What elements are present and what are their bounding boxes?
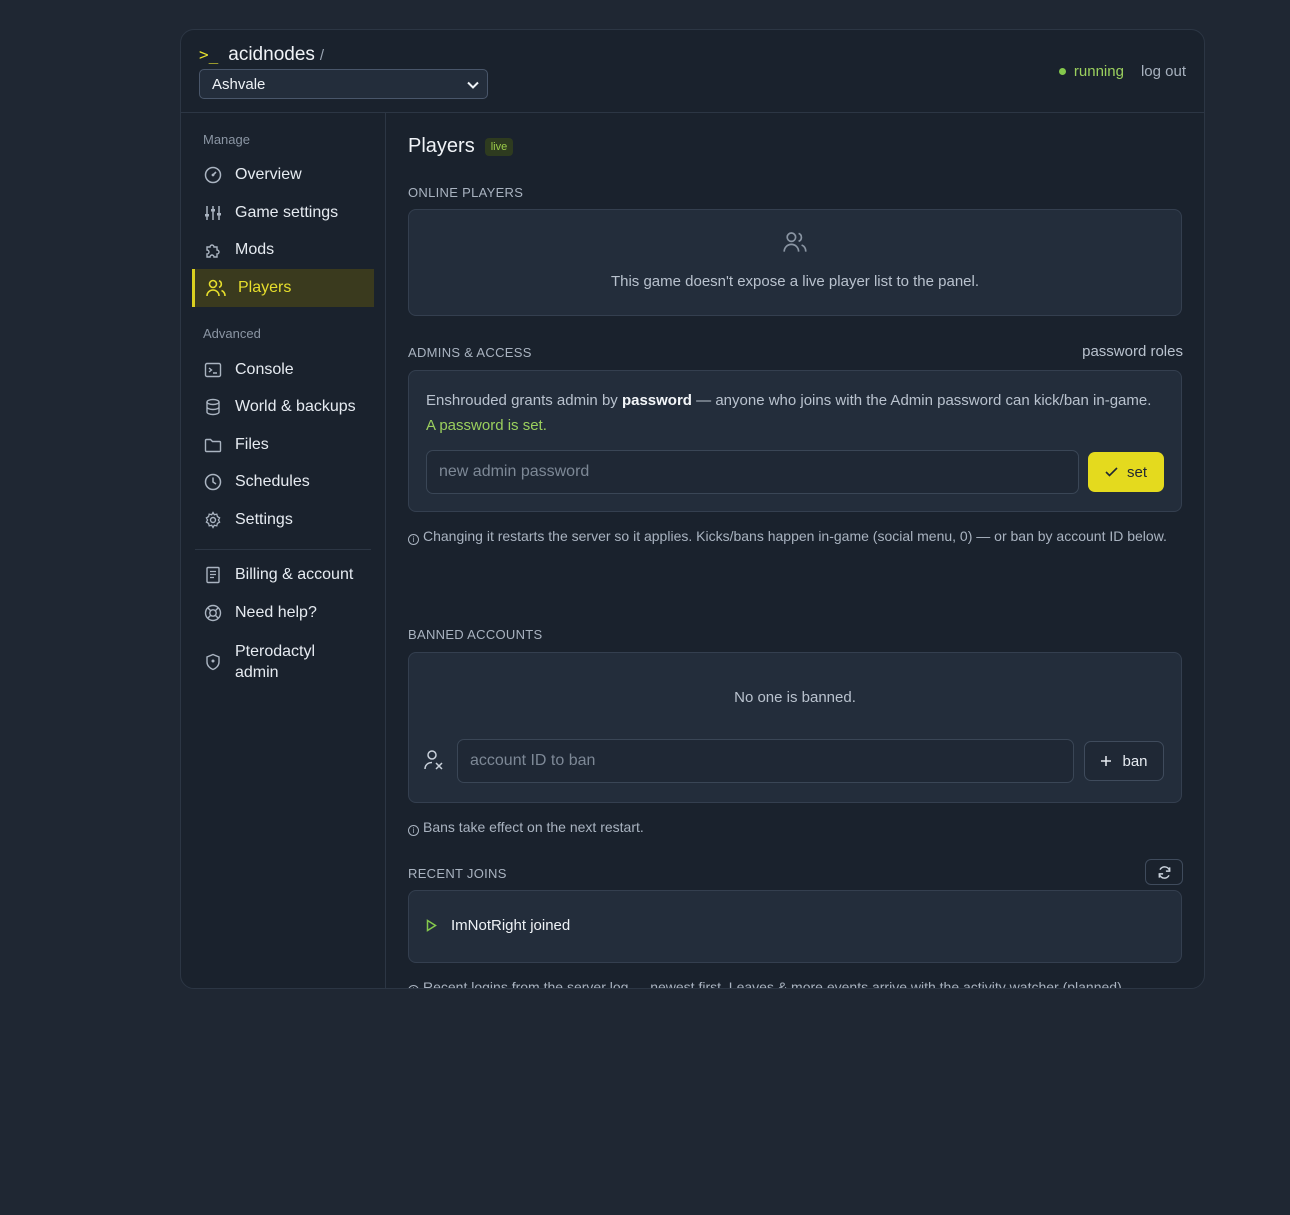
sidebar-item-schedules[interactable]: Schedules — [192, 465, 374, 499]
gauge-icon — [203, 165, 223, 185]
password-roles-label: password roles — [1082, 343, 1183, 360]
admins-access-heading: ADMINS & ACCESS — [408, 345, 532, 360]
live-badge: live — [484, 137, 514, 156]
sidebar-item-label: Settings — [235, 511, 293, 528]
sidebar-item-mods[interactable]: Mods — [192, 233, 374, 267]
banned-note-text: Bans take effect on the next restart. — [423, 819, 644, 835]
recent-joins-heading: RECENT JOINS — [408, 866, 507, 881]
main-content: Players live ONLINE PLAYERS This game do… — [387, 113, 1204, 989]
sidebar-item-game-settings[interactable]: Game settings — [192, 196, 374, 230]
admins-note: i Changing it restarts the server so it a… — [408, 525, 1188, 548]
sidebar-item-label: Overview — [235, 166, 302, 183]
users-icon — [409, 230, 1181, 254]
sidebar: Manage Overview Game settings Mods Playe… — [181, 113, 386, 988]
sidebar-item-overview[interactable]: Overview — [192, 158, 374, 192]
recent-note: i Recent logins from the server log — new… — [408, 976, 1188, 989]
password-status: A password is set. — [426, 417, 547, 434]
chevron-down-icon — [467, 76, 479, 93]
folder-icon — [203, 435, 223, 455]
sidebar-divider — [195, 549, 371, 550]
ban-button-label: ban — [1122, 752, 1148, 770]
online-players-heading: ONLINE PLAYERS — [408, 185, 524, 200]
sidebar-item-console[interactable]: Console — [192, 353, 374, 387]
status-dot-icon — [1058, 68, 1066, 75]
brand[interactable]: >_ acidnodes / — [199, 44, 324, 66]
info-icon: i — [408, 825, 419, 836]
ban-account-input[interactable] — [457, 739, 1074, 783]
receipt-icon — [203, 565, 223, 585]
check-icon — [1105, 467, 1118, 477]
sidebar-item-help[interactable]: Need help? — [192, 596, 374, 630]
admins-desc-text: Enshrouded grants admin by — [426, 392, 622, 409]
sidebar-item-label: Pterodactyl admin — [235, 641, 315, 683]
topbar: >_ acidnodes / Ashvale running log out — [181, 30, 1204, 113]
ban-button[interactable]: ban — [1084, 741, 1164, 781]
banned-note: i Bans take effect on the next restart. — [408, 816, 1188, 839]
sidebar-item-label: Players — [238, 279, 292, 296]
set-button-label: set — [1126, 463, 1147, 481]
shield-icon — [203, 652, 223, 672]
play-icon — [426, 919, 437, 932]
plus-icon — [1100, 755, 1112, 767]
sidebar-item-label: Billing & account — [235, 566, 354, 583]
sidebar-item-label: Mods — [235, 241, 275, 258]
admin-password-input[interactable] — [426, 450, 1079, 494]
lifebuoy-icon — [203, 603, 223, 623]
online-players-empty: This game doesn't expose a live player l… — [610, 273, 980, 290]
online-players-box: This game doesn't expose a live player l… — [408, 209, 1182, 316]
banned-accounts-heading: BANNED ACCOUNTS — [408, 627, 543, 642]
page-title-text: Players — [408, 135, 475, 157]
sidebar-item-pterodactyl-admin[interactable]: Pterodactyl admin — [192, 639, 374, 685]
sidebar-item-files[interactable]: Files — [192, 428, 374, 462]
sidebar-item-world-backups[interactable]: World & backups — [192, 390, 374, 424]
recent-joins-box: ImNotRight joined — [408, 890, 1182, 963]
sidebar-item-players[interactable]: Players — [192, 269, 374, 307]
sidebar-item-label: World & backups — [235, 398, 356, 415]
brand-name: acidnodes — [228, 44, 315, 65]
admins-desc-bold: password — [621, 392, 692, 409]
admins-access-box: Enshrouded grants admin by password — an… — [408, 370, 1182, 512]
server-select[interactable]: Ashvale — [199, 69, 488, 99]
terminal-prompt-icon: >_ — [199, 45, 219, 64]
sidebar-item-settings[interactable]: Settings — [192, 503, 374, 537]
refresh-icon — [1157, 865, 1172, 880]
admins-note-text: Changing it restarts the server so it ap… — [423, 528, 1167, 544]
sidebar-item-label: Files — [235, 436, 269, 453]
sidebar-item-label: Console — [235, 361, 294, 378]
sidebar-item-label: Schedules — [235, 473, 310, 490]
user-remove-icon — [424, 749, 444, 771]
breadcrumb-separator: / — [319, 47, 325, 64]
users-icon — [206, 278, 226, 298]
sidebar-item-label-line1: Pterodactyl — [235, 643, 316, 660]
recent-note-text: Recent logins from the server log — newe… — [423, 979, 1126, 989]
admins-description: Enshrouded grants admin by password — an… — [426, 388, 1156, 438]
gear-icon — [203, 510, 223, 530]
page-title: Players live — [408, 135, 514, 158]
sidebar-item-label-line2: admin — [235, 664, 279, 681]
sidebar-item-label: Game settings — [235, 204, 339, 221]
sidebar-section-advanced: Advanced — [203, 326, 261, 341]
server-select-value: Ashvale — [212, 75, 266, 93]
clock-icon — [203, 472, 223, 492]
server-status: running log out — [1058, 63, 1186, 80]
status-label: running — [1073, 63, 1124, 80]
puzzle-icon — [203, 240, 223, 260]
banned-accounts-box: No one is banned. ban — [408, 652, 1182, 803]
database-icon — [203, 397, 223, 417]
recent-join-text: ImNotRight joined — [451, 917, 571, 934]
refresh-button[interactable] — [1145, 859, 1183, 885]
info-icon: i — [408, 985, 419, 988]
set-password-button[interactable]: set — [1088, 452, 1164, 492]
app-panel: >_ acidnodes / Ashvale running log out M… — [180, 29, 1205, 989]
sidebar-item-billing[interactable]: Billing & account — [192, 558, 374, 592]
terminal-icon — [203, 360, 223, 380]
sliders-icon — [203, 203, 223, 223]
sidebar-section-manage: Manage — [203, 132, 250, 147]
list-item: ImNotRight joined — [426, 917, 570, 934]
info-icon: i — [408, 534, 419, 545]
banned-empty: No one is banned. — [734, 689, 856, 706]
admins-desc-text-2: — anyone who joins with the Admin passwo… — [691, 392, 1152, 409]
logout-link[interactable]: log out — [1141, 63, 1186, 80]
sidebar-item-label: Need help? — [235, 604, 317, 621]
